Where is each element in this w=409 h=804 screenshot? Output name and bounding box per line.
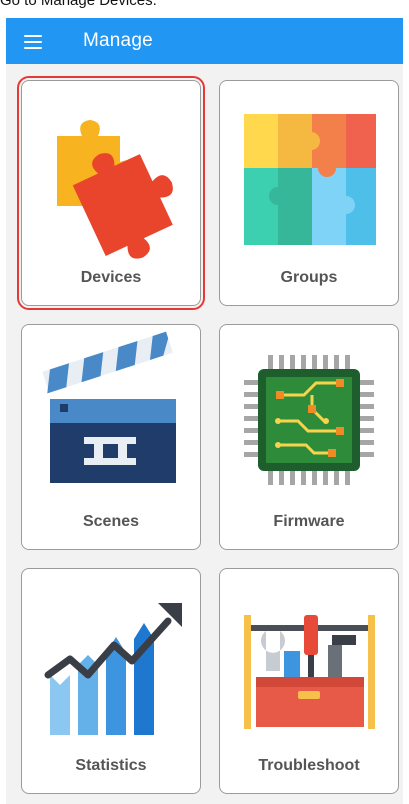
groups-card[interactable]: Groups	[219, 80, 399, 306]
puzzle-grid-icon	[244, 114, 376, 245]
clapperboard-icon	[42, 331, 176, 483]
app-bar: Manage	[6, 18, 403, 64]
growth-chart-icon	[44, 603, 182, 735]
manage-grid: Devices Groups Scenes Firmware Statistic…	[6, 64, 403, 804]
page-title: Manage	[83, 30, 153, 51]
troubleshoot-label: Troubleshoot	[258, 757, 360, 774]
chip-icon	[244, 355, 374, 485]
puzzle-pieces-icon	[57, 120, 173, 259]
statistics-card[interactable]: Statistics	[21, 568, 201, 794]
toolbox-icon	[244, 615, 375, 729]
scenes-card[interactable]: Scenes	[21, 324, 201, 550]
menu-icon[interactable]	[24, 31, 50, 51]
devices-label: Devices	[80, 269, 142, 286]
statistics-label: Statistics	[75, 757, 147, 774]
instruction-caption: Go to Manage Devices.	[0, 0, 157, 9]
groups-label: Groups	[280, 269, 338, 286]
devices-card[interactable]: Devices	[17, 76, 205, 310]
scenes-label: Scenes	[82, 513, 140, 530]
troubleshoot-card[interactable]: Troubleshoot	[219, 568, 399, 794]
firmware-card[interactable]: Firmware	[219, 324, 399, 550]
firmware-label: Firmware	[273, 513, 345, 530]
